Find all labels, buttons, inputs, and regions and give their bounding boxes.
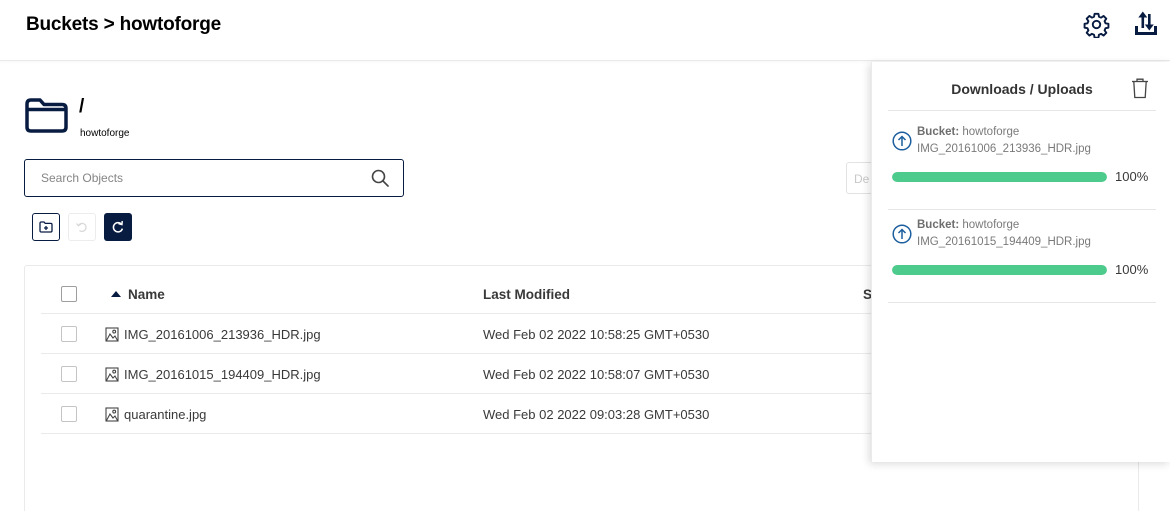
upload-arrow-icon <box>892 131 912 156</box>
breadcrumb[interactable]: Buckets > howtoforge <box>26 14 221 36</box>
row-checkbox[interactable] <box>61 366 77 382</box>
search-box <box>24 159 404 197</box>
progress-fill <box>892 172 1107 182</box>
folder-icon <box>24 96 69 139</box>
refresh-icon <box>112 220 124 233</box>
progress-bar <box>892 172 1107 182</box>
sort-ascending-icon <box>111 291 121 297</box>
upload-download-icon <box>1135 11 1157 35</box>
rewind-button[interactable] <box>68 213 96 241</box>
file-name[interactable]: IMG_20161006_213936_HDR.jpg <box>124 327 321 342</box>
upload-arrow-icon <box>892 224 912 249</box>
divider <box>888 302 1156 303</box>
row-checkbox[interactable] <box>61 326 77 342</box>
new-path-icon <box>39 221 53 233</box>
refresh-button[interactable] <box>104 213 132 241</box>
progress-percent: 100% <box>1115 262 1149 277</box>
transfer-file-name: IMG_20161006_213936_HDR.jpg <box>917 143 1091 155</box>
row-checkbox[interactable] <box>61 406 77 422</box>
panel-title: Downloads / Uploads <box>951 81 1093 97</box>
column-modified-header[interactable]: Last Modified <box>483 274 570 314</box>
last-modified: Wed Feb 02 2022 10:58:07 GMT+0530 <box>483 366 710 382</box>
file-name[interactable]: IMG_20161015_194409_HDR.jpg <box>124 367 321 382</box>
clear-transfers-button[interactable] <box>1130 77 1150 104</box>
downloads-uploads-button[interactable] <box>1130 8 1162 40</box>
transfer-bucket: Bucket: howtoforge <box>917 126 1020 138</box>
settings-button[interactable] <box>1080 8 1112 40</box>
rewind-icon <box>76 222 87 233</box>
bucket-name-label: howtoforge <box>80 128 130 139</box>
last-modified: Wed Feb 02 2022 10:58:25 GMT+0530 <box>483 326 710 342</box>
create-path-button[interactable] <box>32 213 60 241</box>
image-file-icon <box>105 406 119 422</box>
progress-fill <box>892 265 1107 275</box>
transfer-file-name: IMG_20161015_194409_HDR.jpg <box>917 236 1091 248</box>
transfer-bucket: Bucket: howtoforge <box>917 219 1020 231</box>
search-input[interactable] <box>25 160 355 196</box>
divider <box>888 110 1156 111</box>
progress-percent: 100% <box>1115 169 1149 184</box>
gear-icon <box>1083 12 1109 38</box>
top-header: Buckets > howtoforge <box>0 0 1170 61</box>
transfer-item: Bucket: howtoforge IMG_20161015_194409_H… <box>888 210 1156 302</box>
transfer-item: Bucket: howtoforge IMG_20161006_213936_H… <box>888 117 1156 209</box>
search-icon[interactable] <box>371 169 389 192</box>
last-modified: Wed Feb 02 2022 09:03:28 GMT+0530 <box>483 406 710 422</box>
select-all-checkbox[interactable] <box>61 286 77 302</box>
downloads-uploads-panel: Downloads / Uploads Bucket: howtoforge I… <box>871 62 1170 462</box>
column-name-header[interactable]: Name <box>111 274 165 314</box>
trash-icon <box>1132 78 1148 99</box>
column-name-label: Name <box>128 286 165 302</box>
image-file-icon <box>105 366 119 382</box>
folder-path: / <box>79 96 85 117</box>
file-name[interactable]: quarantine.jpg <box>124 407 206 422</box>
image-file-icon <box>105 326 119 342</box>
progress-bar <box>892 265 1107 275</box>
